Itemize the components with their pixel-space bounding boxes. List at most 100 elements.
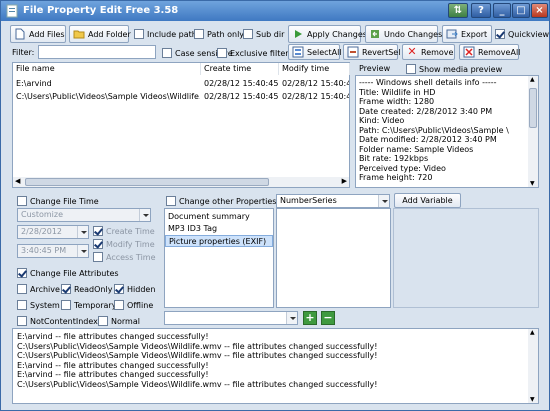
scroll-down-icon[interactable]: ▼: [530, 180, 535, 187]
close-button[interactable]: ×: [531, 3, 548, 18]
number-series-select[interactable]: NumberSeries: [276, 194, 390, 208]
table-row[interactable]: C:\Users\Public\Videos\Sample Videos\Wil…: [13, 91, 349, 102]
change-file-time-box[interactable]: [17, 196, 27, 206]
table-row[interactable]: E:\arvind 02/28/12 15:40:45 02/28/12 15:…: [13, 78, 349, 89]
file-table[interactable]: File name Create time Modify time E:\arv…: [12, 62, 350, 188]
maximize-button[interactable]: □: [512, 3, 530, 18]
scroll-thumb[interactable]: [529, 88, 537, 128]
column-header-modify-time[interactable]: Modify time: [279, 63, 350, 75]
chevron-down-icon[interactable]: [139, 209, 150, 221]
scroll-up-icon[interactable]: ▲: [530, 76, 535, 83]
remove-label: Remove: [421, 47, 454, 57]
property-editor-area[interactable]: [393, 208, 539, 308]
add-files-button[interactable]: Add Files: [10, 25, 66, 43]
hidden-checkbox[interactable]: Hidden: [114, 284, 155, 294]
system-box[interactable]: [17, 300, 27, 310]
archive-box[interactable]: [17, 284, 27, 294]
change-other-properties-box[interactable]: [166, 196, 176, 206]
add-folder-button[interactable]: Add Folder: [69, 25, 131, 43]
revert-sel-button[interactable]: RevertSel: [343, 44, 400, 60]
offline-checkbox[interactable]: Offline: [114, 300, 153, 310]
path-only-box[interactable]: [194, 29, 204, 39]
filter-input[interactable]: [38, 45, 156, 59]
time-mode-select[interactable]: Customize: [17, 208, 151, 222]
scroll-down-icon[interactable]: ▼: [530, 396, 535, 403]
spinner-icon[interactable]: [77, 245, 88, 257]
preview-scrollbar[interactable]: ▲ ▼: [528, 76, 538, 187]
access-time-box[interactable]: [93, 252, 103, 262]
chevron-down-icon[interactable]: [378, 195, 389, 207]
change-attrs-box[interactable]: [17, 268, 27, 278]
change-file-time-checkbox[interactable]: Change File Time: [17, 196, 99, 206]
include-path-checkbox[interactable]: Include path: [134, 29, 197, 39]
undo-changes-button[interactable]: Undo Changes: [365, 25, 442, 43]
normal-checkbox[interactable]: Normal: [98, 316, 140, 326]
remove-button[interactable]: ✕ Remove: [402, 44, 455, 60]
modify-time-cell: 02/28/12 15:40:4: [282, 79, 349, 88]
readonly-checkbox[interactable]: ReadOnly: [61, 284, 112, 294]
path-only-checkbox[interactable]: Path only: [194, 29, 244, 39]
add-variable-button[interactable]: Add Variable: [394, 193, 461, 208]
create-time-checkbox[interactable]: Create Time: [93, 226, 155, 236]
normal-box[interactable]: [98, 316, 108, 326]
date-picker[interactable]: 2/28/2012: [17, 225, 89, 239]
export-button[interactable]: Export: [442, 25, 492, 43]
help-button[interactable]: ?: [471, 3, 491, 18]
select-all-button[interactable]: SelectAll: [288, 44, 342, 60]
horizontal-scrollbar[interactable]: ◀ ▶: [13, 177, 349, 187]
include-path-label: Include path: [147, 29, 197, 39]
log-scrollbar[interactable]: ▲ ▼: [528, 329, 538, 403]
change-attrs-checkbox[interactable]: Change File Attributes: [17, 268, 119, 278]
not-content-indexed-box[interactable]: [17, 316, 27, 326]
list-item[interactable]: Picture properties (EXIF): [165, 235, 273, 247]
exclusive-filter-box[interactable]: [217, 48, 227, 58]
add-property-button[interactable]: +: [303, 311, 317, 325]
system-checkbox[interactable]: System: [17, 300, 60, 310]
property-select[interactable]: [164, 311, 298, 325]
list-item[interactable]: Document summary: [165, 211, 273, 223]
temporary-checkbox[interactable]: Temporary: [61, 300, 116, 310]
hidden-box[interactable]: [114, 284, 124, 294]
scroll-thumb[interactable]: [25, 178, 269, 186]
show-media-preview-checkbox[interactable]: Show media preview: [406, 64, 502, 74]
sub-dir-checkbox[interactable]: Sub dir: [243, 29, 284, 39]
sub-dir-box[interactable]: [243, 29, 253, 39]
preview-panel[interactable]: ----- Windows shell details info ----- T…: [355, 75, 539, 188]
exclusive-filter-checkbox[interactable]: Exclusive filter: [217, 48, 289, 58]
change-other-properties-checkbox[interactable]: Change other Properties: [166, 196, 276, 206]
not-content-indexed-checkbox[interactable]: NotContentIndexed: [17, 316, 108, 326]
column-header-create-time[interactable]: Create time: [201, 63, 279, 75]
remove-property-button[interactable]: −: [321, 311, 335, 325]
create-time-cell: 02/28/12 15:40:45: [204, 79, 279, 88]
temporary-box[interactable]: [61, 300, 71, 310]
archive-checkbox[interactable]: Archive: [17, 284, 60, 294]
apply-changes-button[interactable]: Apply Changes: [288, 25, 367, 43]
property-values-list[interactable]: [276, 208, 391, 308]
modify-time-checkbox[interactable]: Modify Time: [93, 239, 155, 249]
scroll-right-icon[interactable]: ▶: [342, 177, 347, 185]
minimize-button[interactable]: _: [493, 3, 511, 18]
remove-all-button[interactable]: RemoveAll: [459, 44, 520, 60]
chevron-down-icon[interactable]: [286, 312, 297, 324]
list-item[interactable]: MP3 ID3 Tag: [165, 223, 273, 235]
include-path-box[interactable]: [134, 29, 144, 39]
show-media-preview-box[interactable]: [406, 64, 416, 74]
undo-changes-label: Undo Changes: [384, 29, 443, 39]
restore-colors-button[interactable]: ⇅: [448, 3, 468, 18]
offline-box[interactable]: [114, 300, 124, 310]
create-time-box[interactable]: [93, 226, 103, 236]
access-time-checkbox[interactable]: Access Time: [93, 252, 156, 262]
scroll-up-icon[interactable]: ▲: [530, 329, 535, 336]
quickview-box[interactable]: [495, 29, 505, 39]
log-panel[interactable]: E:\arvind -- file attributes changed suc…: [12, 328, 539, 404]
column-header-file-name[interactable]: File name: [13, 63, 201, 75]
quickview-checkbox[interactable]: Quickview: [495, 29, 549, 39]
scroll-left-icon[interactable]: ◀: [15, 177, 20, 185]
calendar-dropdown-icon[interactable]: [77, 226, 88, 238]
remove-all-icon: [463, 46, 475, 58]
property-group-list[interactable]: Document summary MP3 ID3 Tag Picture pro…: [164, 208, 274, 308]
modify-time-box[interactable]: [93, 239, 103, 249]
time-picker[interactable]: 3:40:45 PM: [17, 244, 89, 258]
case-sensitive-box[interactable]: [162, 48, 172, 58]
readonly-box[interactable]: [61, 284, 71, 294]
